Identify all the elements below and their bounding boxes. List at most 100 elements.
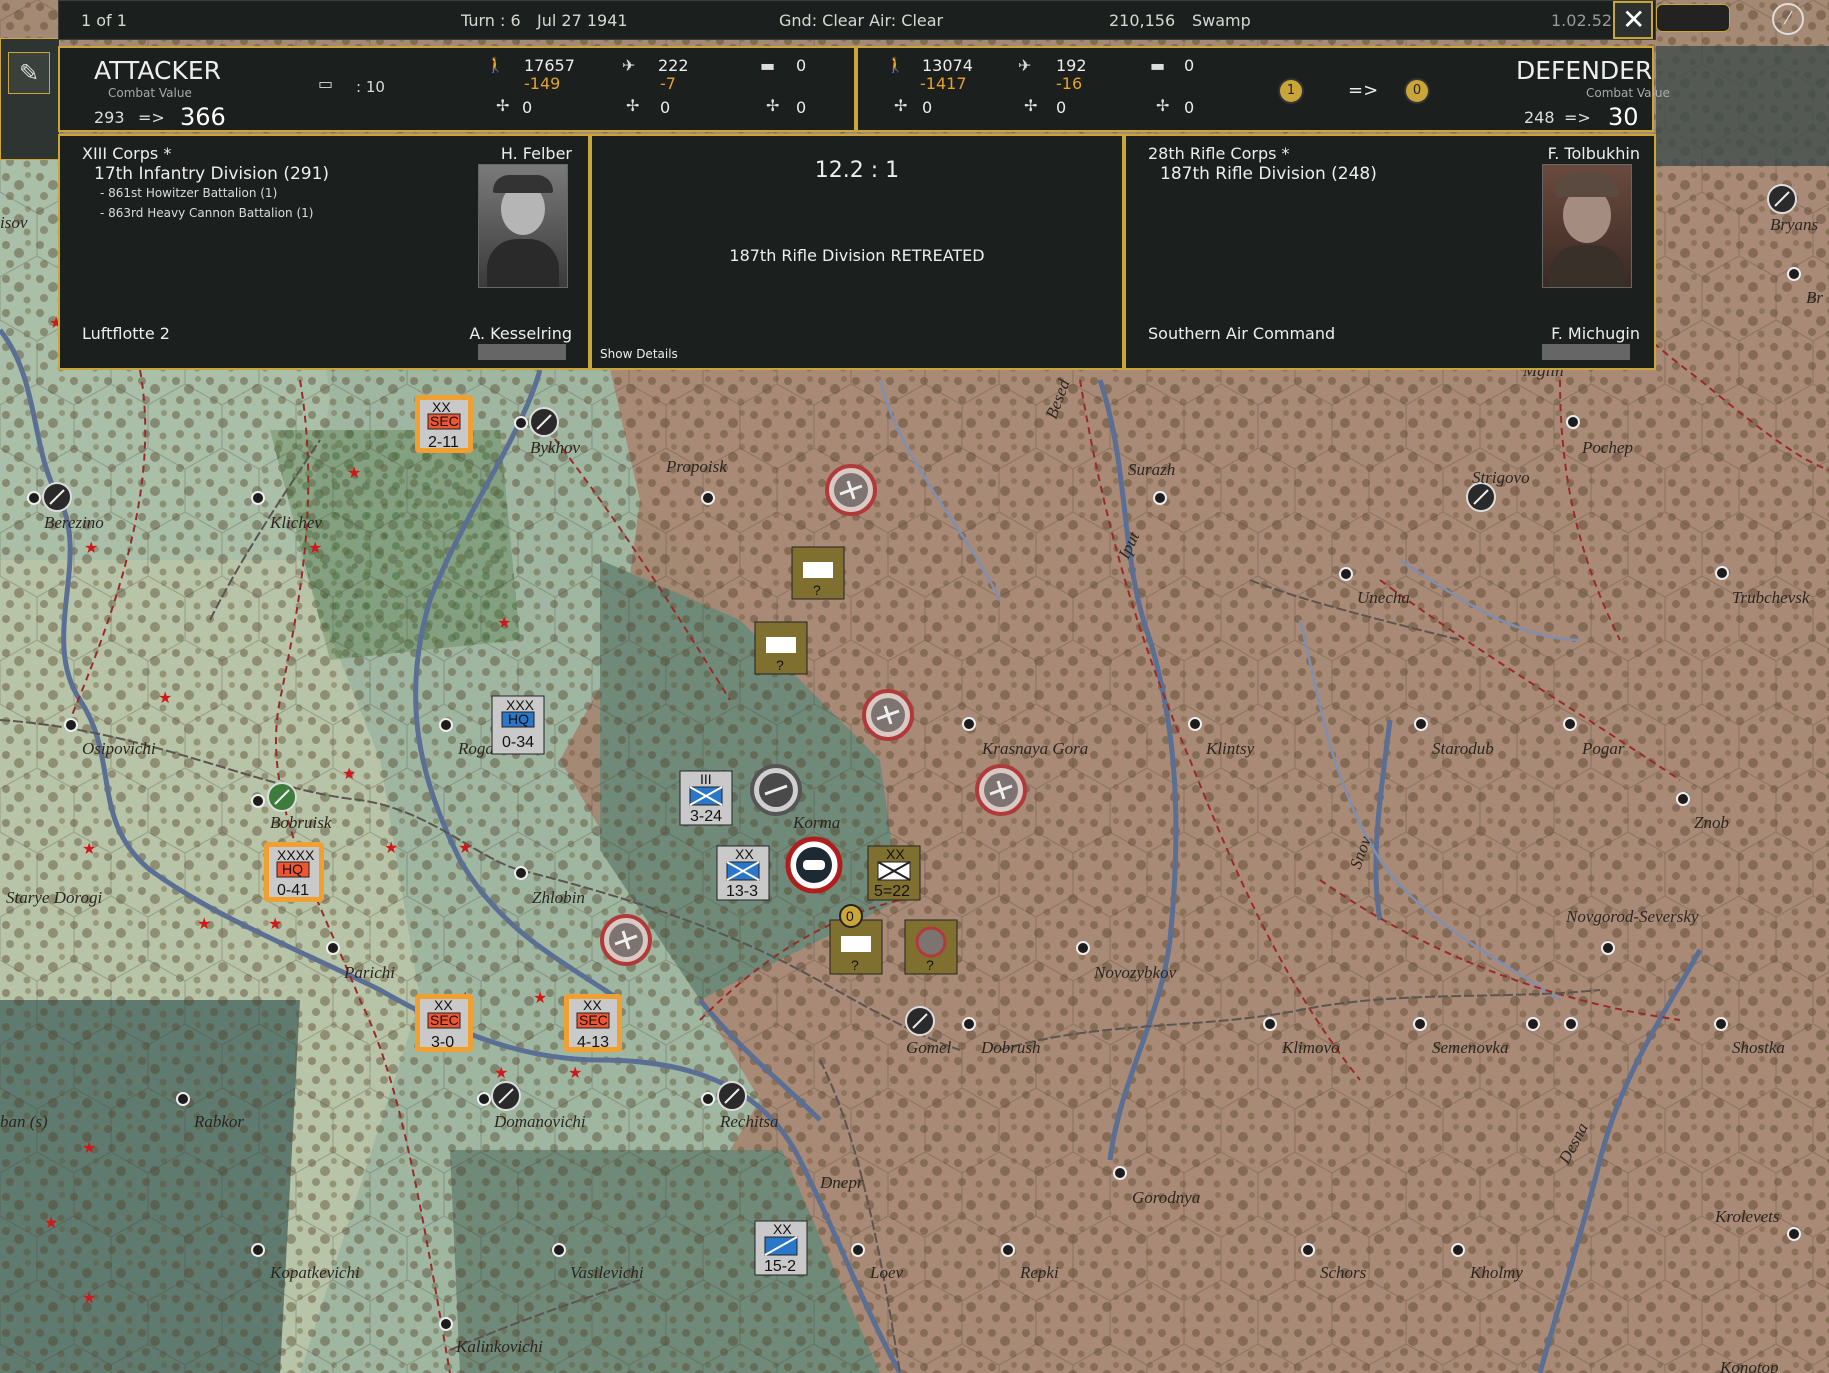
enemy-air-unit[interactable] (862, 689, 914, 741)
tank-icon: ▬ (760, 56, 776, 75)
svg-text:Korma: Korma (792, 813, 840, 832)
svg-text:Bobruisk: Bobruisk (270, 813, 332, 832)
svg-text:★: ★ (384, 838, 398, 857)
svg-text:Pogar: Pogar (1581, 739, 1625, 758)
svg-text:Surazh: Surazh (1128, 460, 1175, 479)
svg-text:★: ★ (494, 1063, 508, 1082)
attacker-men-loss: -149 (524, 74, 561, 93)
combat-odds: 12.2 : 1 (814, 158, 900, 183)
svg-text:XX: XX (583, 997, 602, 1013)
right-panel-stub (1656, 46, 1829, 166)
defender-r2: 0 (1056, 98, 1067, 117)
attacker-division[interactable]: 17th Infantry Division (291) (94, 164, 329, 184)
svg-text:Br: Br (1806, 288, 1823, 307)
infantry-icon: 🚶 (886, 56, 905, 74)
unit-counter-3-24[interactable]: III 3-24 (679, 770, 733, 826)
defender-r1: 0 (922, 98, 933, 117)
enemy-armor-unit[interactable] (785, 836, 843, 894)
unit-counter-13-3[interactable]: XX 13-3 (716, 845, 770, 901)
svg-text:3-24: 3-24 (690, 808, 722, 825)
fort-level-marker: 0 (839, 904, 863, 928)
attacker-commander-name: H. Felber (500, 144, 572, 163)
terrain-label: Swamp (1192, 11, 1251, 30)
unit-counter-sec-2-11[interactable]: XX SEC 2-11 (415, 395, 473, 453)
svg-text:Schors: Schors (1320, 1263, 1367, 1282)
svg-text:Rabkor: Rabkor (193, 1112, 244, 1131)
svg-text:Pochep: Pochep (1581, 438, 1633, 457)
recon-icon: ✢ (1156, 96, 1170, 115)
svg-text:Loev: Loev (869, 1263, 904, 1282)
svg-text:Dnepr: Dnepr (819, 1173, 864, 1192)
weather-label: Gnd: Clear Air: Clear (779, 11, 944, 30)
svg-text:Starye Dorogi: Starye Dorogi (6, 888, 102, 907)
svg-text:SEC: SEC (430, 1012, 459, 1028)
svg-text:★: ★ (458, 838, 472, 857)
attacker-ammo: : 10 (356, 78, 385, 96)
svg-text:Shostka: Shostka (1732, 1038, 1785, 1057)
transport-icon: ✢ (626, 96, 640, 115)
unit-counter-sec-3-0[interactable]: XX SEC 3-0 (415, 994, 473, 1052)
menu-dial-icon[interactable]: ⁄ (1772, 3, 1804, 35)
svg-text:★: ★ (158, 688, 172, 707)
hidden-unit[interactable]: ? (791, 546, 845, 600)
attacker-air-commander-portrait[interactable] (478, 344, 566, 360)
attacker-commander-portrait[interactable] (478, 164, 568, 288)
fort-arrow: => (1348, 80, 1379, 101)
defender-division[interactable]: 187th Rifle Division (248) (1160, 164, 1377, 184)
unit-counter-15-2[interactable]: XX 15-2 (754, 1220, 808, 1276)
enemy-air-unit[interactable] (975, 764, 1027, 816)
svg-text:Klintsy: Klintsy (1205, 739, 1255, 758)
svg-text:Parichi: Parichi (343, 963, 395, 982)
svg-text:★: ★ (533, 988, 547, 1007)
defender-corps[interactable]: 28th Rifle Corps * (1148, 144, 1290, 163)
svg-text:★: ★ (497, 613, 511, 632)
hidden-unit[interactable]: ? (829, 919, 883, 975)
svg-text:★: ★ (568, 1063, 582, 1082)
defender-commander-name: F. Tolbukhin (1547, 144, 1640, 163)
svg-text:Domanovichi: Domanovichi (493, 1112, 586, 1131)
unit-counter-5-22[interactable]: XX 5=22 (867, 845, 921, 901)
defender-air-commander-portrait[interactable] (1542, 344, 1630, 360)
svg-text:Trubchevsk: Trubchevsk (1732, 588, 1810, 607)
top-right-gauge (1656, 4, 1730, 32)
german-air-unit[interactable] (750, 764, 802, 816)
fort-after-badge: 0 (1404, 78, 1430, 104)
svg-text:Klimovo: Klimovo (1281, 1038, 1340, 1057)
defender-air: 192 (1056, 56, 1087, 75)
attacker-cv-before: 293 (94, 108, 125, 127)
transport-icon: ✢ (1024, 96, 1038, 115)
defender-stats: 🚶 13074 -1417 ✈ 192 -16 ▬ 0 ✢ 0 ✢ 0 ✢ 0 … (856, 46, 1670, 132)
svg-text:?: ? (776, 657, 784, 673)
svg-text:Berezino: Berezino (44, 513, 104, 532)
svg-text:Repki: Repki (1019, 1263, 1059, 1282)
svg-text:Bykhov: Bykhov (530, 438, 580, 457)
svg-text:Kholmy: Kholmy (1469, 1263, 1523, 1282)
close-button[interactable]: ✕ (1613, 1, 1653, 39)
hidden-unit[interactable]: ? (904, 919, 958, 975)
version-label: 1.02.52 (1551, 11, 1613, 30)
unit-counter-hq-0-34[interactable]: XXX HQ 0-34 (491, 695, 545, 755)
attacker-r3: 0 (796, 98, 807, 117)
combat-result-panel: 12.2 : 1 187th Rifle Division RETREATED … (590, 134, 1124, 370)
unit-counter-hq-0-41[interactable]: XXXX HQ 0-41 (264, 842, 324, 902)
hidden-unit[interactable]: ? (754, 621, 808, 675)
svg-text:HQ: HQ (282, 861, 303, 877)
enemy-air-unit[interactable] (600, 914, 652, 966)
report-icon[interactable]: ✎ (8, 52, 50, 94)
combat-stat-bar: ATTACKER Combat Value 293 => 366 ▭ : 10 … (58, 46, 1670, 132)
unit-counter-sec-4-13[interactable]: XX SEC 4-13 (564, 994, 622, 1052)
svg-text:Unecha: Unecha (1357, 588, 1410, 607)
turn-label: Turn : 6 (461, 11, 521, 30)
svg-text:Krasnaya Gora: Krasnaya Gora (981, 739, 1088, 758)
svg-text:★: ★ (268, 914, 282, 933)
svg-text:★: ★ (82, 839, 96, 858)
show-details-link[interactable]: Show Details (600, 347, 678, 361)
defender-commander-portrait[interactable] (1542, 164, 1632, 288)
attacker-corps[interactable]: XIII Corps * (82, 144, 171, 163)
svg-text:XX: XX (735, 846, 754, 862)
svg-text:Krolevets: Krolevets (1714, 1207, 1780, 1226)
svg-text:★: ★ (44, 1213, 58, 1232)
enemy-air-unit[interactable] (825, 464, 877, 516)
svg-text:Starodub: Starodub (1432, 739, 1494, 758)
svg-text:XX: XX (434, 997, 453, 1013)
